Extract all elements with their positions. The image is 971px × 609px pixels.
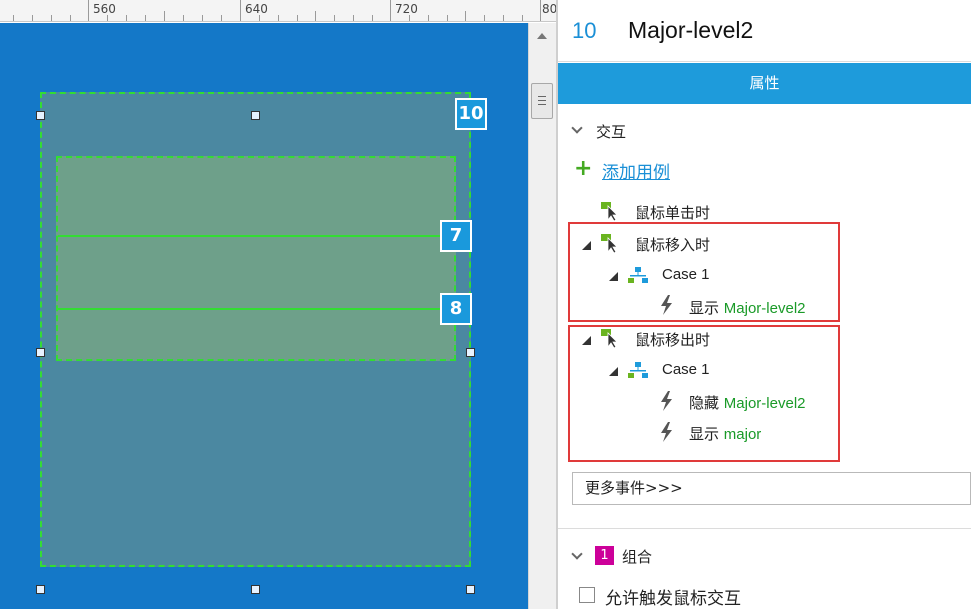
- ruler-minor-tick: [70, 15, 71, 21]
- scrollbar-thumb[interactable]: [531, 83, 553, 119]
- add-icon[interactable]: +: [574, 158, 592, 180]
- case-label[interactable]: Case 1: [662, 266, 710, 283]
- menu-row-divider: [58, 235, 454, 237]
- case-tree-icon: [628, 267, 648, 283]
- ruler-label: 560: [93, 2, 116, 16]
- ruler-minor-tick: [484, 15, 485, 21]
- ruler-label: 640: [245, 2, 268, 16]
- expand-triangle-icon[interactable]: [609, 367, 618, 376]
- expand-triangle-icon[interactable]: [609, 272, 618, 281]
- ruler-minor-tick: [372, 15, 373, 21]
- ruler-major-tick: [88, 0, 89, 21]
- widget-note-badge[interactable]: 10: [455, 98, 487, 130]
- lightning-action-icon: [661, 391, 672, 411]
- resize-handle-top-left[interactable]: [36, 111, 45, 120]
- event-on-click[interactable]: 鼠标单击时: [635, 202, 710, 223]
- event-on-mouse-leave[interactable]: 鼠标移出时: [635, 329, 710, 350]
- expand-triangle-icon[interactable]: [582, 336, 591, 345]
- ruler-minor-tick: [353, 15, 354, 21]
- widget-note-badge[interactable]: 7: [440, 220, 472, 252]
- allow-trigger-checkbox[interactable]: [579, 587, 595, 603]
- action-item[interactable]: 显示 Major-level2: [689, 297, 806, 318]
- action-verb: 隐藏: [689, 394, 720, 412]
- resize-handle-bottom[interactable]: [251, 585, 260, 594]
- ruler-minor-tick: [447, 15, 448, 21]
- action-target: Major-level2: [723, 395, 806, 412]
- ruler-minor-tick: [278, 15, 279, 21]
- inspector-header: 10 Major-level2: [558, 0, 971, 62]
- ruler-minor-tick: [503, 15, 504, 21]
- ruler-minor-tick: [522, 15, 523, 21]
- resize-handle-top[interactable]: [251, 111, 260, 120]
- widget-note-badge[interactable]: 8: [440, 293, 472, 325]
- case-tree-icon: [628, 362, 648, 378]
- resize-handle-bottom-left[interactable]: [36, 585, 45, 594]
- action-item[interactable]: 显示 major: [689, 423, 761, 444]
- horizontal-ruler: 560 640 720 80: [0, 0, 558, 22]
- section-divider: [558, 528, 971, 529]
- action-verb: 显示: [689, 425, 720, 443]
- ruler-minor-tick: [107, 15, 108, 21]
- ruler-label: 720: [395, 2, 418, 16]
- ruler-minor-tick: [221, 15, 222, 21]
- action-item[interactable]: 隐藏 Major-level2: [689, 392, 806, 413]
- add-case-link[interactable]: 添加用例: [602, 158, 670, 183]
- action-verb: 显示: [689, 299, 720, 317]
- ruler-minor-tick: [259, 15, 260, 21]
- ruler-minor-tick: [145, 15, 146, 21]
- ruler-minor-tick: [32, 15, 33, 21]
- ruler-minor-tick: [51, 15, 52, 21]
- lightning-action-icon: [661, 295, 672, 315]
- more-events-dropdown[interactable]: 更多事件>>>: [572, 472, 971, 505]
- ruler-label: 80: [542, 2, 558, 16]
- interactions-section-title[interactable]: 交互: [596, 121, 626, 142]
- resize-handle-bottom-right[interactable]: [466, 585, 475, 594]
- ruler-minor-tick: [183, 15, 184, 21]
- event-on-mouse-enter[interactable]: 鼠标移入时: [635, 234, 710, 255]
- ruler-minor-tick: [465, 11, 466, 21]
- ruler-minor-tick: [315, 11, 316, 21]
- widget-name[interactable]: Major-level2: [628, 17, 753, 44]
- tab-properties[interactable]: 属性: [558, 63, 971, 104]
- allow-trigger-label[interactable]: 允许触发鼠标交互: [605, 584, 741, 609]
- ruler-minor-tick: [409, 15, 410, 21]
- ruler-minor-tick: [428, 15, 429, 21]
- ruler-minor-tick: [202, 15, 203, 21]
- widget-id: 10: [572, 18, 597, 43]
- ruler-major-tick: [390, 0, 391, 21]
- mouse-event-icon: [601, 202, 618, 222]
- case-label[interactable]: Case 1: [662, 361, 710, 378]
- inner-menu-panel[interactable]: [56, 156, 456, 361]
- menu-row-divider: [58, 308, 454, 310]
- ruler-minor-tick: [13, 15, 14, 21]
- group-section-title[interactable]: 组合: [622, 546, 652, 567]
- ruler-minor-tick: [164, 11, 165, 21]
- action-target: Major-level2: [723, 300, 806, 317]
- ruler-minor-tick: [334, 15, 335, 21]
- ruler-major-tick: [540, 0, 541, 21]
- resize-handle-right[interactable]: [466, 348, 475, 357]
- mouse-event-icon: [601, 234, 618, 254]
- canvas-vertical-scrollbar[interactable]: [528, 23, 556, 609]
- group-count-badge: 1: [595, 546, 614, 565]
- ruler-major-tick: [240, 0, 241, 21]
- resize-handle-left[interactable]: [36, 348, 45, 357]
- expand-triangle-icon[interactable]: [582, 241, 591, 250]
- scroll-up-arrow-icon[interactable]: [537, 33, 547, 39]
- mouse-event-icon: [601, 329, 618, 349]
- action-target: major: [723, 426, 762, 443]
- ruler-minor-tick: [297, 15, 298, 21]
- lightning-action-icon: [661, 422, 672, 442]
- ruler-minor-tick: [126, 15, 127, 21]
